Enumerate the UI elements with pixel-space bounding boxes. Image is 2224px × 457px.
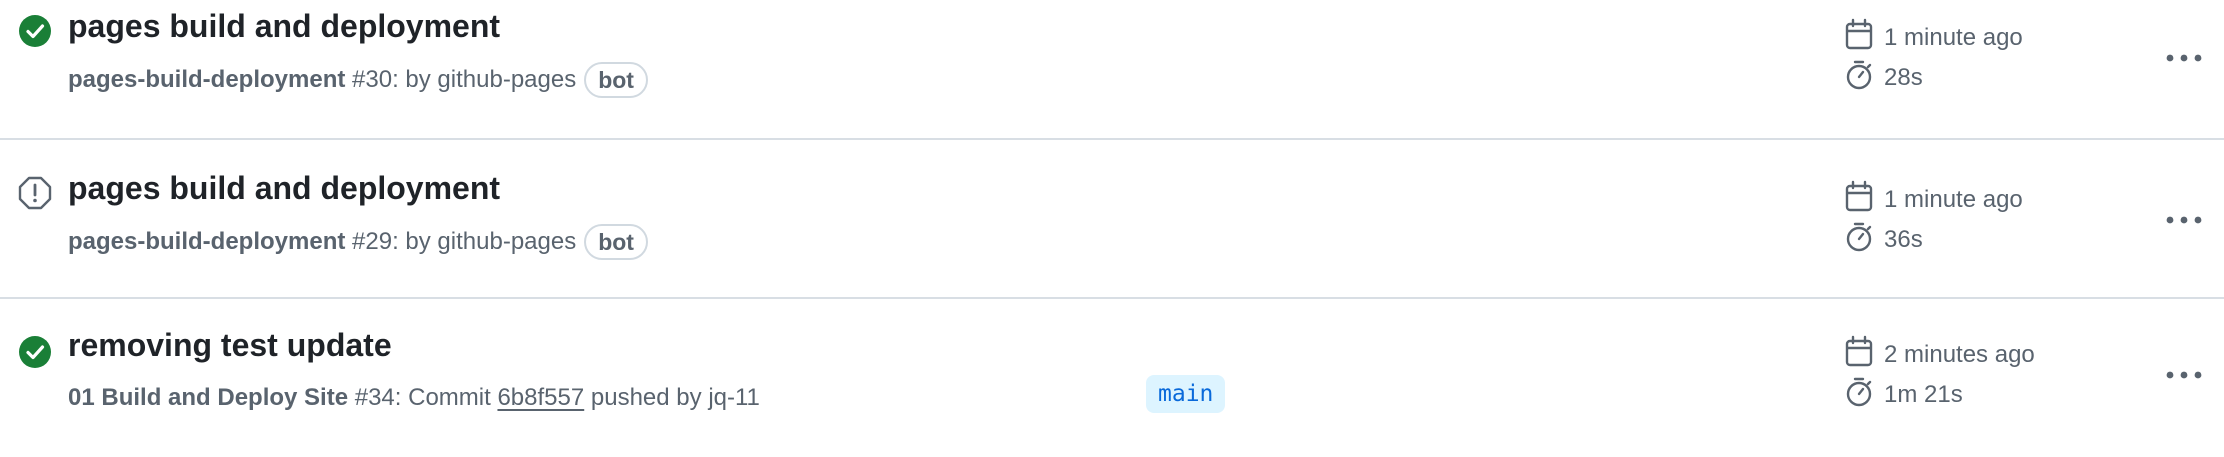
stop-octagon-icon — [18, 176, 52, 210]
trigger-text: : by github-pages — [392, 66, 577, 93]
bot-badge: bot — [584, 62, 648, 98]
run-options-button[interactable] — [2160, 200, 2208, 240]
run-title-link[interactable]: pages build and deployment — [68, 166, 500, 210]
check-circle-icon — [18, 14, 52, 48]
workflow-name: 01 Build and Deploy Site — [68, 384, 349, 411]
run-title-link[interactable]: pages build and deployment — [68, 4, 500, 48]
run-timing: 2 minutes ago 1m 21s — [1842, 335, 2035, 415]
run-started-time: 1 minute ago — [1884, 24, 2023, 51]
run-timing: 1 minute ago 28s — [1842, 18, 2023, 98]
run-meta: pages-build-deployment #30 : by github-p… — [68, 62, 648, 98]
run-started-time: 1 minute ago — [1884, 186, 2023, 213]
trigger-prefix: : Commit — [394, 384, 491, 411]
run-timing: 1 minute ago 36s — [1842, 180, 2023, 260]
calendar-icon — [1842, 335, 1884, 376]
stopwatch-icon — [1842, 58, 1884, 99]
run-number: #30 — [352, 66, 393, 93]
branch-label[interactable]: main — [1146, 375, 1226, 413]
calendar-icon — [1842, 180, 1884, 221]
calendar-icon — [1842, 18, 1884, 59]
run-duration: 28s — [1884, 64, 1923, 91]
workflow-runs-list: pages build and deployment pages-build-d… — [0, 0, 2224, 448]
workflow-run-row: pages build and deployment pages-build-d… — [0, 0, 2224, 138]
commit-sha-link[interactable]: 6b8f557 — [497, 381, 584, 415]
run-options-button[interactable] — [2160, 38, 2208, 78]
stopwatch-icon — [1842, 375, 1884, 416]
workflow-run-row: pages build and deployment pages-build-d… — [0, 138, 2224, 298]
run-duration: 36s — [1884, 226, 1923, 253]
run-options-button[interactable] — [2160, 355, 2208, 395]
workflow-run-row: removing test update 01 Build and Deploy… — [0, 297, 2224, 457]
trigger-suffix: pushed by jq-11 — [590, 384, 760, 411]
check-circle-icon — [18, 335, 52, 369]
kebab-horizontal-icon — [2166, 371, 2202, 379]
run-number: #29 — [352, 228, 393, 255]
bot-badge: bot — [584, 224, 648, 260]
kebab-horizontal-icon — [2166, 216, 2202, 224]
stopwatch-icon — [1842, 220, 1884, 261]
run-meta: pages-build-deployment #29 : by github-p… — [68, 224, 648, 260]
trigger-text: : by github-pages — [392, 228, 577, 255]
run-title-link[interactable]: removing test update — [68, 323, 392, 367]
run-started-time: 2 minutes ago — [1884, 341, 2035, 368]
kebab-horizontal-icon — [2166, 54, 2202, 62]
run-duration: 1m 21s — [1884, 381, 1963, 408]
run-number: #34 — [354, 384, 395, 411]
run-meta: 01 Build and Deploy Site #34 : Commit 6b… — [68, 381, 760, 415]
workflow-name: pages-build-deployment — [68, 228, 346, 255]
workflow-name: pages-build-deployment — [68, 66, 346, 93]
